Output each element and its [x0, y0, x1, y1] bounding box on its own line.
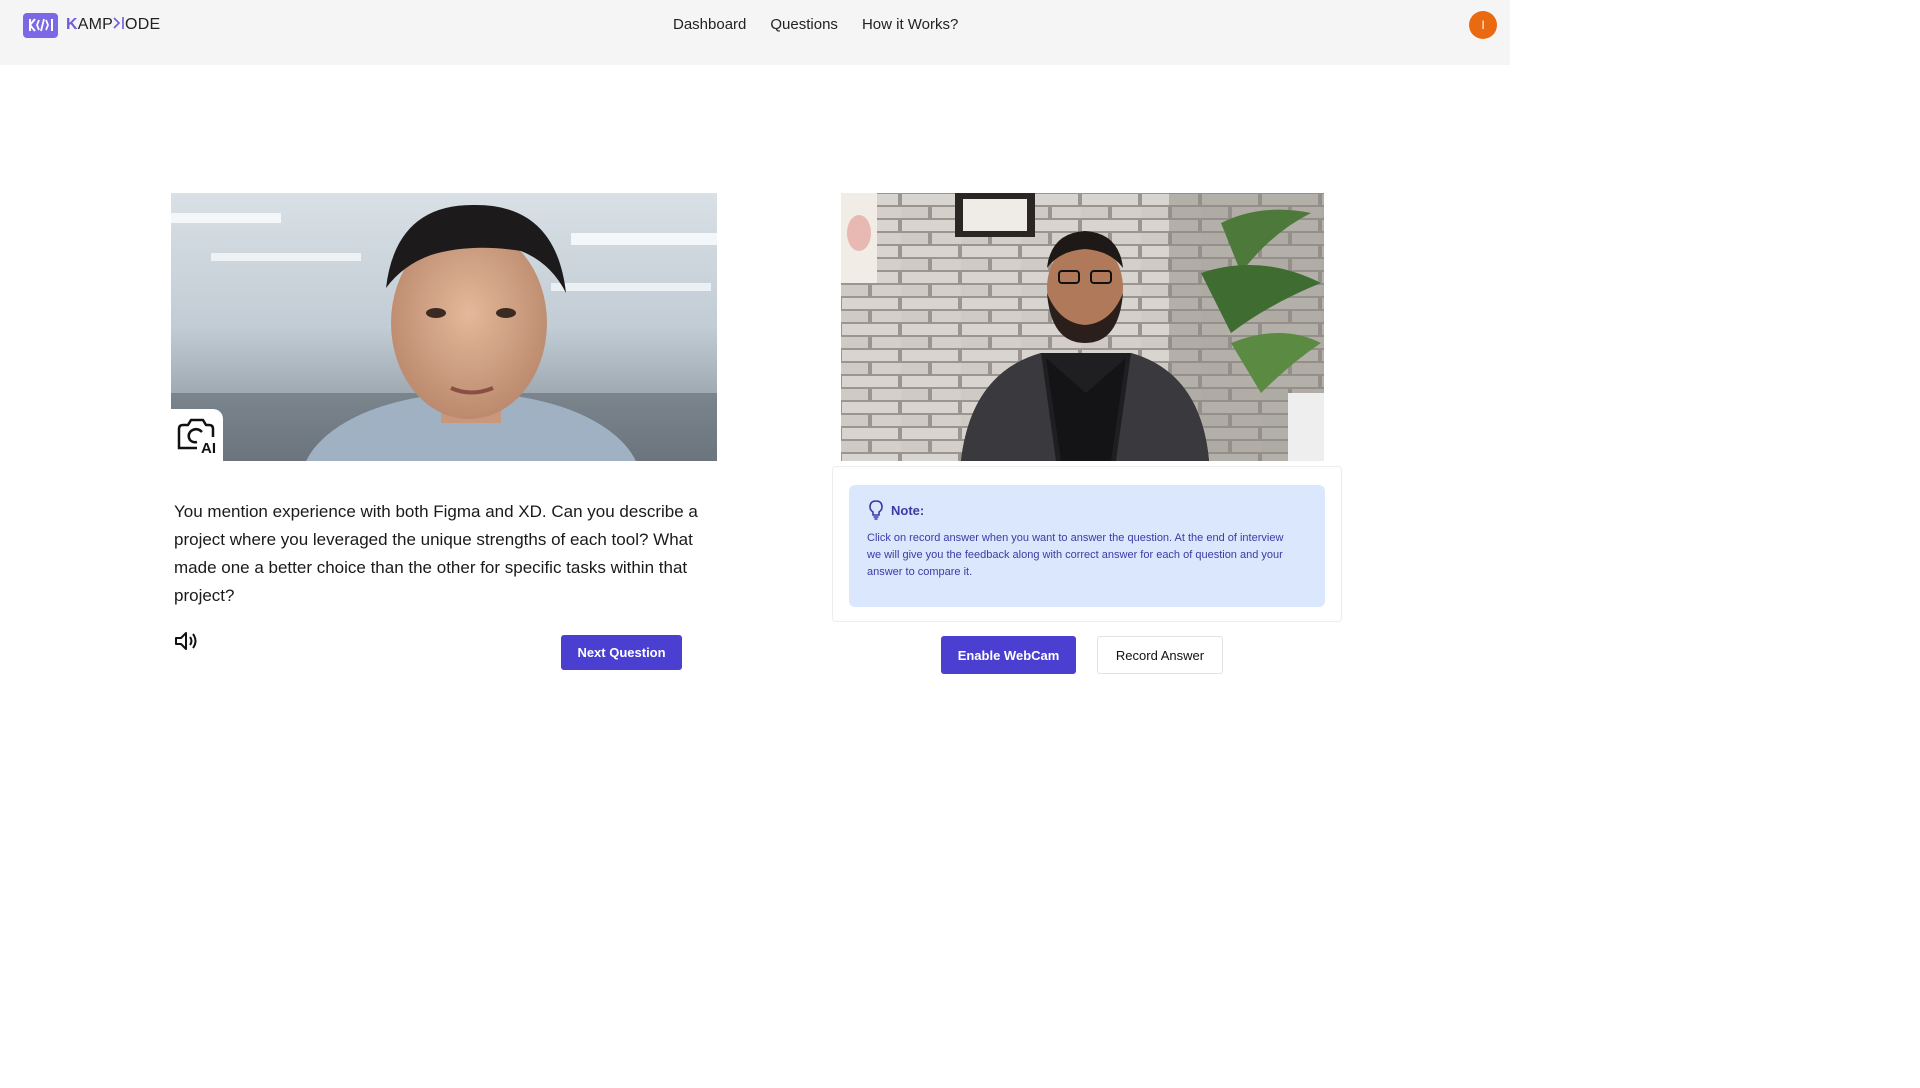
top-navbar: K AMP ODE Dashboard Questions How it Wor…	[0, 0, 1510, 65]
ai-badge-text: AI	[201, 440, 216, 455]
nav-questions[interactable]: Questions	[770, 15, 838, 35]
logo-word-amp: AMP	[77, 16, 114, 33]
main-nav: Dashboard Questions How it Works?	[673, 15, 958, 35]
next-question-button[interactable]: Next Question	[561, 635, 682, 670]
camera-ai-icon: AI	[177, 418, 216, 455]
interviewer-video	[171, 193, 717, 461]
logo-word-ode: ODE	[125, 16, 161, 33]
user-avatar[interactable]: I	[1469, 11, 1497, 39]
logo[interactable]: K AMP ODE	[23, 12, 160, 38]
code-logo-icon	[23, 12, 58, 38]
ai-camera-badge: AI	[171, 409, 223, 461]
speaker-icon[interactable]	[174, 630, 200, 652]
logo-letter-k: K	[66, 16, 78, 33]
nav-dashboard[interactable]: Dashboard	[673, 15, 746, 35]
logo-wordmark: K AMP ODE	[66, 16, 160, 35]
webcam-video	[841, 193, 1324, 461]
enable-webcam-button[interactable]: Enable WebCam	[941, 636, 1076, 674]
nav-how-it-works[interactable]: How it Works?	[862, 15, 958, 35]
record-answer-button[interactable]: Record Answer	[1097, 636, 1223, 674]
webcam-image	[841, 193, 1324, 461]
logo-chevron-icon	[113, 16, 125, 35]
question-text: You mention experience with both Figma a…	[174, 502, 698, 605]
note-body: Click on record answer when you want to …	[867, 532, 1284, 578]
note-header: Note:	[869, 500, 924, 520]
note-panel: Note: Click on record answer when you wa…	[849, 485, 1325, 607]
app-root: K AMP ODE Dashboard Questions How it Wor…	[0, 0, 1920, 1088]
note-title: Note:	[891, 502, 925, 518]
interviewer-image	[171, 193, 717, 461]
note-card: Note: Click on record answer when you wa…	[832, 466, 1342, 622]
lightbulb-icon	[869, 500, 883, 520]
